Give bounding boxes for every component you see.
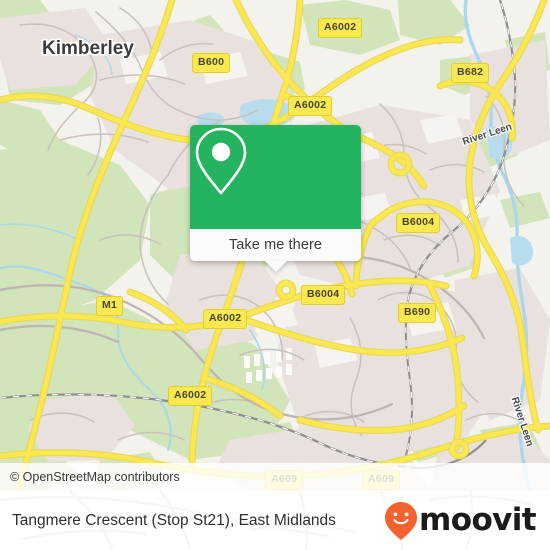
moovit-logo[interactable]: moovit <box>384 491 537 550</box>
road-shield-b600[interactable]: B600 <box>192 53 231 73</box>
road-shield-a6002-south[interactable]: A6002 <box>168 386 213 406</box>
road-shield-a609-west[interactable]: A609 <box>265 470 304 490</box>
take-me-there-callout[interactable]: Take me there <box>190 125 361 272</box>
road-shield-a6002-upper[interactable]: A6002 <box>288 96 333 116</box>
callout-pointer-tail <box>264 261 287 272</box>
road-shield-b6004-center[interactable]: B6004 <box>301 285 346 305</box>
road-shield-m1[interactable]: M1 <box>96 296 124 316</box>
screenshot-root: Kimberley River Leen River Leen A6002 B6… <box>0 0 550 550</box>
moovit-smiley-pin-icon <box>385 501 418 540</box>
road-shield-a609-east[interactable]: A609 <box>362 470 401 490</box>
road-shield-b690[interactable]: B690 <box>398 303 437 323</box>
moovit-wordmark: moovit <box>419 502 537 538</box>
road-shield-b6004-east[interactable]: B6004 <box>396 213 441 233</box>
map-pin-icon <box>195 127 247 195</box>
road-shield-a6002-north[interactable]: A6002 <box>318 18 363 38</box>
callout-icon-area <box>190 125 361 229</box>
footer-bar: Tangmere Crescent (Stop St21), East Midl… <box>0 491 550 550</box>
road-shield-a6002-mid[interactable]: A6002 <box>203 309 248 329</box>
take-me-there-button[interactable]: Take me there <box>190 229 361 272</box>
map-canvas[interactable]: Kimberley River Leen River Leen A6002 B6… <box>0 0 550 491</box>
take-me-there-label: Take me there <box>228 237 323 253</box>
page-title: Tangmere Crescent (Stop St21), East Midl… <box>12 511 336 529</box>
road-shield-b682[interactable]: B682 <box>451 63 490 83</box>
place-label-kimberley: Kimberley <box>42 38 134 59</box>
